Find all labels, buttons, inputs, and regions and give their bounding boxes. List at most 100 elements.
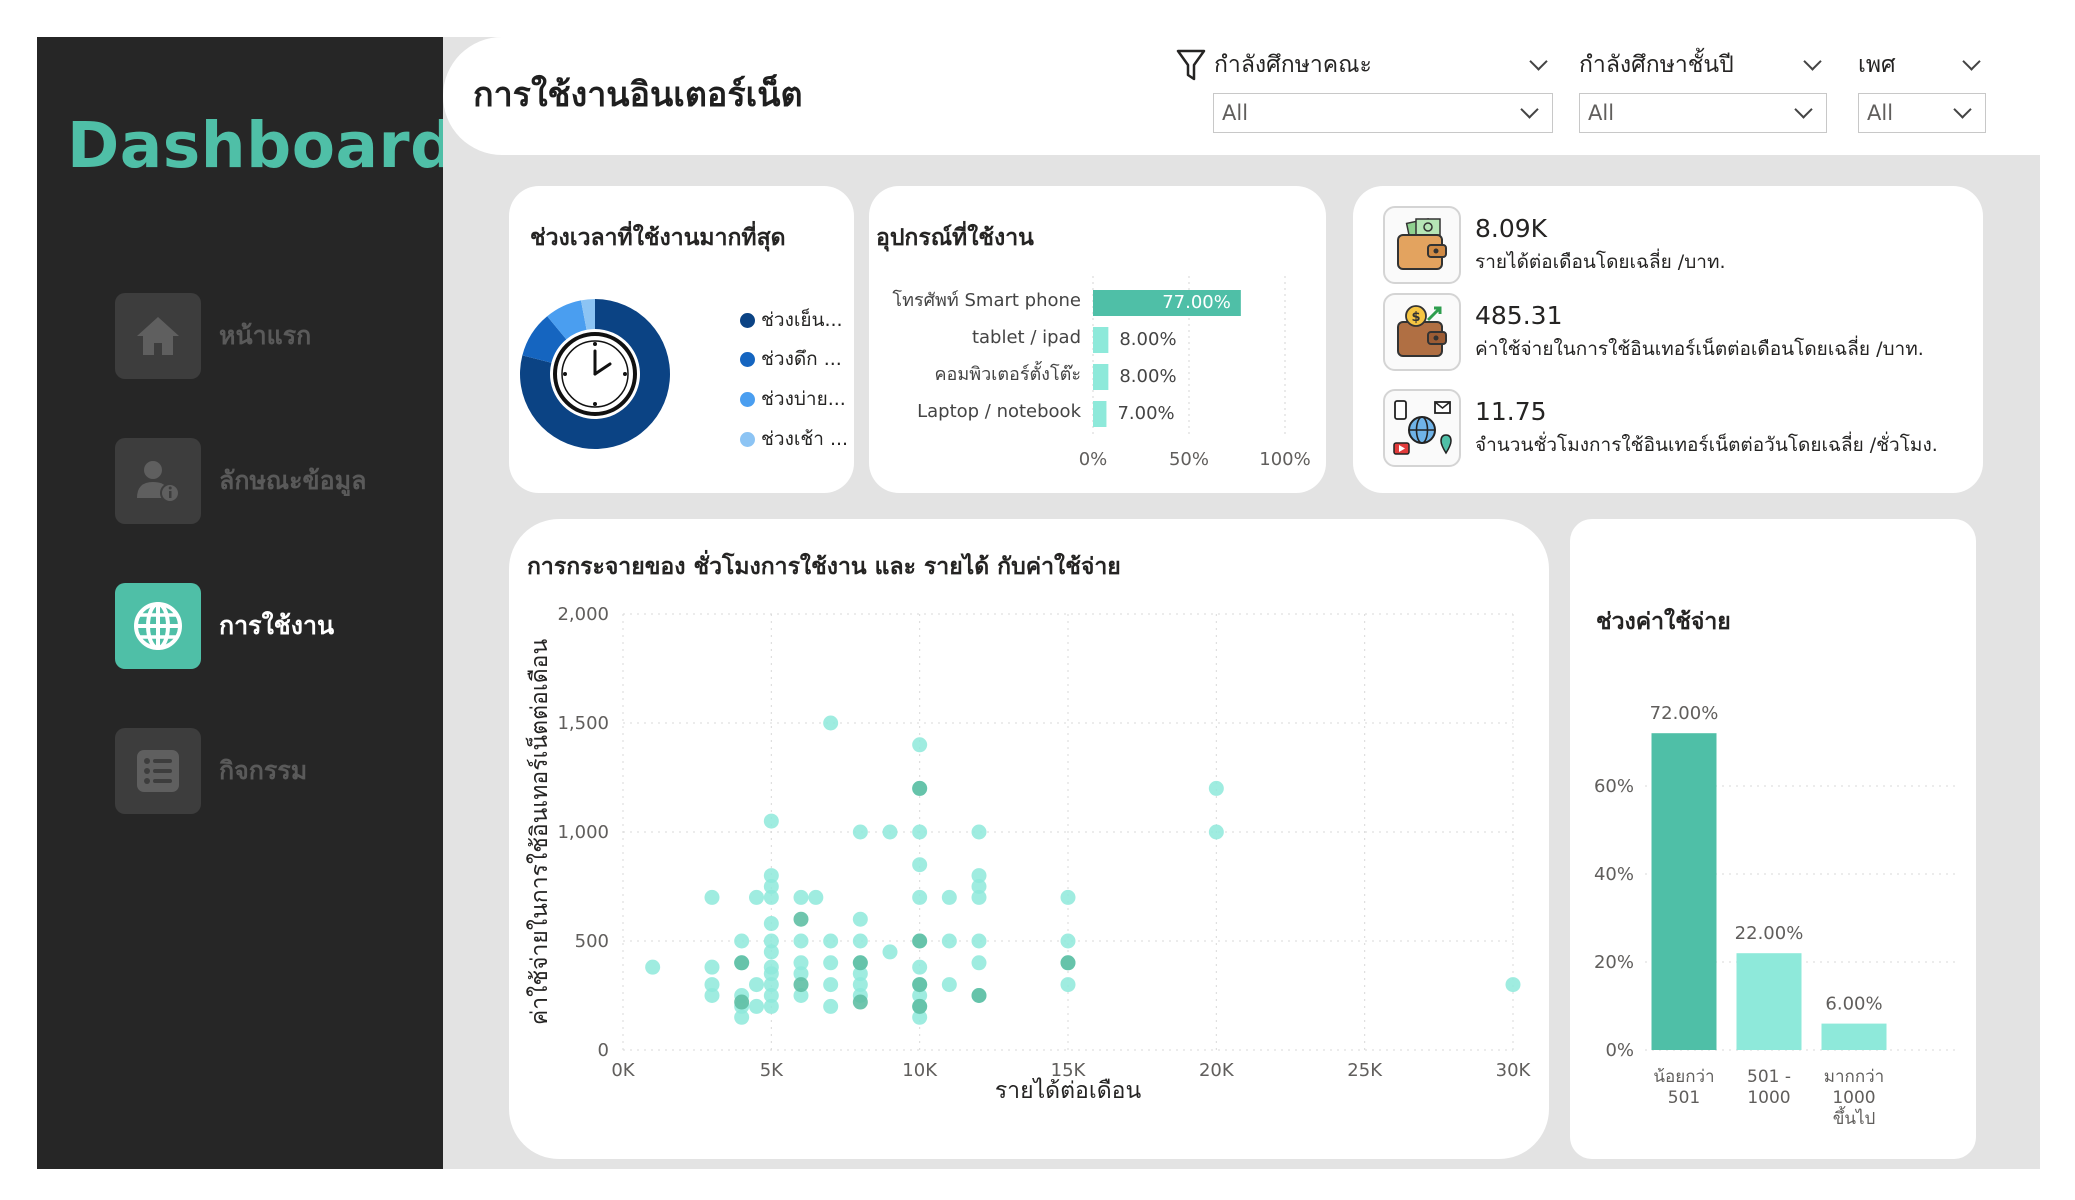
scatter-point[interactable] xyxy=(823,977,839,993)
scatter-point[interactable] xyxy=(763,944,779,960)
scatter-point[interactable] xyxy=(793,933,809,949)
scatter-point[interactable] xyxy=(971,933,987,949)
category-label: โทรศัพท์ Smart phone xyxy=(892,289,1081,311)
scatter-chart[interactable]: 05001,0001,5002,0000K 5K 10K 15K 20K 25K 30Kรา… xyxy=(509,519,1549,1159)
scatter-point[interactable] xyxy=(912,933,928,949)
scatter-point[interactable] xyxy=(734,933,750,949)
slicer-header: กำลังศึกษาชั้นปี xyxy=(1579,45,1827,85)
scatter-point[interactable] xyxy=(823,933,839,949)
expense-bar-chart[interactable]: 0% 20% 40% 60% 72.00% น้อยกว่า 501 22.00% 501 -1… xyxy=(1570,519,1976,1159)
scatter-point[interactable] xyxy=(852,933,868,949)
legend-item[interactable]: ช่วงบ่าย... xyxy=(740,384,846,414)
scatter-point[interactable] xyxy=(793,911,809,927)
scatter-point[interactable] xyxy=(749,889,764,905)
scatter-point[interactable] xyxy=(912,998,928,1014)
globe-icon xyxy=(115,583,201,669)
slicer-year[interactable]: กำลังศึกษาชั้นปี All xyxy=(1579,45,1827,133)
scatter-point[interactable] xyxy=(763,916,779,932)
bar[interactable] xyxy=(1093,401,1107,427)
slicer-gender[interactable]: เพศ All xyxy=(1858,45,1986,133)
scatter-point[interactable] xyxy=(793,977,809,993)
y-tick-label: 0% xyxy=(1605,1040,1634,1061)
sidebar-item-usage[interactable]: การใช้งาน xyxy=(115,583,415,669)
chevron-down-icon[interactable] xyxy=(1962,51,1981,71)
scatter-point[interactable] xyxy=(823,998,839,1014)
bar[interactable] xyxy=(1736,953,1802,1050)
slicer-faculty[interactable]: กำลังศึกษาคณะ All xyxy=(1176,45,1553,133)
scatter-point[interactable] xyxy=(971,988,987,1003)
scatter-point[interactable] xyxy=(852,955,868,971)
scatter-point[interactable] xyxy=(912,977,928,993)
legend-label: ช่วงบ่าย... xyxy=(761,388,846,410)
sidebar-item-activity[interactable]: กิจกรรม xyxy=(115,728,415,814)
slicer-dropdown[interactable]: All xyxy=(1579,93,1827,133)
scatter-point[interactable] xyxy=(704,959,720,975)
bar[interactable] xyxy=(1093,364,1109,390)
slicer-dropdown[interactable]: All xyxy=(1858,93,1986,133)
scatter-point[interactable] xyxy=(971,824,987,840)
bar[interactable] xyxy=(1821,1023,1887,1050)
chevron-down-icon[interactable] xyxy=(1529,51,1548,71)
scatter-point[interactable] xyxy=(852,994,868,1010)
scatter-point[interactable] xyxy=(971,955,987,971)
scatter-point[interactable] xyxy=(941,977,957,993)
x-tick-label: 5K xyxy=(760,1060,784,1081)
scatter-point[interactable] xyxy=(882,944,898,960)
scatter-point[interactable] xyxy=(704,889,720,905)
legend-item[interactable]: ช่วงเช้า ... xyxy=(740,424,848,454)
legend-label: ช่วงเช้า ... xyxy=(761,428,849,450)
legend-swatch xyxy=(740,391,755,407)
scatter-point[interactable] xyxy=(912,737,928,753)
scatter-point[interactable] xyxy=(763,889,779,905)
scatter-point[interactable] xyxy=(645,959,661,975)
scatter-point[interactable] xyxy=(763,813,779,829)
scatter-point[interactable] xyxy=(808,889,824,905)
scatter-point[interactable] xyxy=(941,889,957,905)
scatter-point[interactable] xyxy=(734,994,750,1010)
sidebar-item-home[interactable]: หน้าแรก xyxy=(115,293,415,379)
scatter-point[interactable] xyxy=(912,857,928,873)
scatter-point[interactable] xyxy=(734,955,750,971)
bar[interactable] xyxy=(1093,327,1109,353)
scatter-point[interactable] xyxy=(704,988,720,1003)
bar[interactable] xyxy=(1651,733,1717,1050)
scatter-point[interactable] xyxy=(912,959,928,975)
scatter-point[interactable] xyxy=(763,998,779,1014)
scatter-point[interactable] xyxy=(734,1009,750,1025)
scatter-point[interactable] xyxy=(971,889,987,905)
scatter-point[interactable] xyxy=(749,998,764,1014)
sidebar-item-profile[interactable]: ลักษณะข้อมูล xyxy=(115,438,415,524)
legend-item[interactable]: ช่วงเย็น... xyxy=(740,305,843,335)
scatter-point[interactable] xyxy=(1060,955,1076,971)
device-bar-chart[interactable]: โทรศัพท์ Smart phone 77.00% tablet / ipad 8… xyxy=(869,186,1326,493)
scatter-point[interactable] xyxy=(823,715,839,731)
chevron-down-icon[interactable] xyxy=(1803,51,1822,71)
sidebar-item-label: การใช้งาน xyxy=(219,611,335,640)
scatter-point[interactable] xyxy=(823,955,839,971)
scatter-point[interactable] xyxy=(912,824,928,840)
scatter-point[interactable] xyxy=(941,933,957,949)
sidebar-item-label: ลักษณะข้อมูล xyxy=(219,466,367,495)
slicer-value: All xyxy=(1222,101,1249,125)
slicer-dropdown[interactable]: All xyxy=(1213,93,1553,133)
list-icon xyxy=(115,728,201,814)
scatter-point[interactable] xyxy=(1505,977,1521,993)
legend-item[interactable]: ช่วงดึก ... xyxy=(740,344,842,374)
scatter-point[interactable] xyxy=(852,911,868,927)
scatter-point[interactable] xyxy=(912,780,928,796)
scatter-point[interactable] xyxy=(793,889,809,905)
scatter-point[interactable] xyxy=(1208,780,1224,796)
slicer-label: กำลังศึกษาชั้นปี xyxy=(1579,52,1734,78)
scatter-point[interactable] xyxy=(1060,889,1076,905)
slicer-label: เพศ xyxy=(1858,52,1896,78)
scatter-point[interactable] xyxy=(882,824,898,840)
scatter-point[interactable] xyxy=(1060,977,1076,993)
scatter-point[interactable] xyxy=(912,889,928,905)
category-label: 501 -1000 xyxy=(1747,1067,1791,1108)
scatter-point[interactable] xyxy=(1208,824,1224,840)
y-tick-label: 500 xyxy=(575,931,609,952)
kpi-value: 485.31 xyxy=(1475,300,1563,330)
scatter-point[interactable] xyxy=(1060,933,1076,949)
scatter-point[interactable] xyxy=(852,824,868,840)
scatter-point[interactable] xyxy=(749,977,764,993)
